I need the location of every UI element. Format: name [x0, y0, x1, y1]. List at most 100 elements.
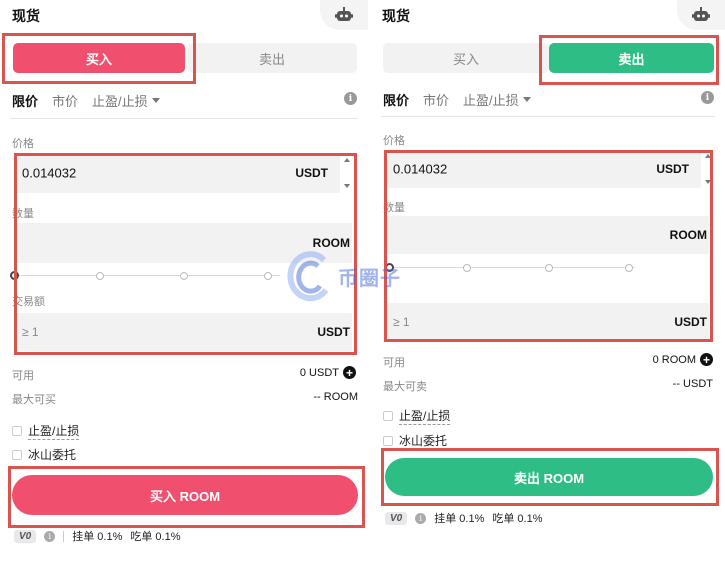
tab-tpsl-label: 止盈/止损 [92, 94, 148, 109]
total-input[interactable]: ≥ 1 USDT [16, 313, 352, 351]
fee-row: V0 i 挂单 0.1% 吃单 0.1% [385, 510, 543, 526]
tab-market[interactable]: 市价 [52, 91, 78, 110]
maker-fee: 挂单 0.1% [434, 513, 485, 525]
taker-fee: 吃单 0.1% [492, 513, 543, 525]
total-unit: USDT [317, 325, 350, 339]
sell-panel: 现货 买入 卖出 限价 市价 止盈/止损 i 价格 0.014032 USDT … [375, 0, 725, 564]
plus-circle-icon[interactable]: + [343, 366, 356, 379]
chevron-up-icon[interactable] [704, 154, 711, 158]
tpsl-checkbox-label: 止盈/止损 [28, 424, 80, 440]
checkbox-box[interactable] [383, 411, 393, 421]
max-buy-label: 最大可买 [12, 394, 56, 406]
slider-handle[interactable] [10, 271, 19, 280]
available-value: 0 ROOM [652, 353, 696, 366]
robot-icon [335, 7, 353, 21]
percentage-slider[interactable] [385, 263, 635, 273]
slider-stop-25[interactable] [463, 264, 471, 272]
caret-down-icon [151, 98, 160, 103]
info-icon[interactable]: i [701, 91, 714, 104]
order-type-tabs: 限价 市价 止盈/止损 [12, 91, 160, 110]
buy-tab[interactable]: 买入 [13, 43, 185, 73]
vip-badge[interactable]: V0 [385, 511, 408, 525]
page-title: 现货 [382, 8, 410, 24]
iceberg-checkbox-label: 冰山委托 [399, 434, 448, 448]
percentage-slider[interactable] [10, 271, 280, 281]
maker-fee: 挂单 0.1% [72, 531, 123, 543]
trading-bot-button[interactable] [677, 0, 725, 30]
price-input[interactable]: 0.014032 USDT [16, 153, 340, 193]
tab-tpsl-label: 止盈/止损 [463, 93, 519, 108]
available-label: 可用 [383, 357, 405, 369]
watermark-logo: 币圈子 [286, 250, 401, 302]
max-sell-value: -- USDT [672, 378, 713, 390]
iceberg-checkbox[interactable]: 冰山委托 [383, 432, 447, 449]
sell-submit-button[interactable]: 卖出 ROOM [385, 458, 713, 496]
price-unit: USDT [656, 162, 689, 176]
max-sell-label: 最大可卖 [383, 381, 427, 393]
slider-stop-75[interactable] [264, 272, 272, 280]
total-input[interactable]: ≥ 1 USDT [387, 303, 709, 341]
tabs-divider [381, 116, 715, 117]
slider-stop-50[interactable] [180, 272, 188, 280]
vip-badge[interactable]: V0 [14, 529, 37, 543]
taker-fee: 吃单 0.1% [130, 531, 181, 543]
tpsl-checkbox-label: 止盈/止损 [399, 409, 451, 425]
checkbox-box[interactable] [12, 426, 22, 436]
tab-tpsl-dropdown[interactable]: 止盈/止损 [92, 91, 160, 110]
plus-circle-icon[interactable]: + [700, 353, 713, 366]
price-unit: USDT [295, 166, 328, 180]
price-value: 0.014032 [393, 161, 448, 177]
iceberg-checkbox[interactable]: 冰山委托 [12, 446, 76, 463]
tpsl-checkbox[interactable]: 止盈/止损 [12, 422, 80, 440]
chevron-down-icon[interactable] [343, 184, 350, 188]
robot-icon [692, 7, 710, 21]
iceberg-checkbox-label: 冰山委托 [28, 448, 77, 462]
chevron-down-icon[interactable] [704, 180, 711, 184]
buy-submit-button[interactable]: 买入 ROOM [12, 475, 358, 515]
buy-tab[interactable]: 买入 [383, 43, 549, 73]
tab-limit[interactable]: 限价 [12, 91, 38, 110]
checkbox-box[interactable] [383, 435, 393, 446]
total-placeholder: ≥ 1 [22, 325, 39, 339]
tab-tpsl-dropdown[interactable]: 止盈/止损 [463, 90, 531, 109]
tab-limit[interactable]: 限价 [383, 90, 409, 109]
available-row: 0 USDT + [300, 366, 356, 379]
quantity-unit: ROOM [312, 236, 350, 250]
available-row: 0 ROOM + [653, 353, 713, 366]
trading-bot-button[interactable] [320, 0, 368, 30]
info-icon[interactable]: i [44, 530, 56, 542]
max-buy-value: -- ROOM [313, 391, 358, 403]
fee-row: V0 i 挂单 0.1% 吃单 0.1% [14, 528, 181, 544]
tpsl-checkbox[interactable]: 止盈/止损 [383, 407, 451, 425]
available-label: 可用 [12, 370, 34, 382]
slider-stop-50[interactable] [545, 264, 553, 272]
info-icon[interactable]: i [415, 512, 427, 524]
info-icon[interactable]: i [344, 92, 357, 105]
quantity-input[interactable]: ROOM [387, 216, 709, 254]
tabs-divider [10, 118, 358, 119]
tab-market[interactable]: 市价 [423, 90, 449, 109]
checkbox-box[interactable] [12, 449, 22, 460]
price-label: 价格 [12, 138, 34, 150]
watermark-text: 币圈子 [338, 267, 401, 290]
price-stepper[interactable] [701, 154, 714, 184]
sell-tab[interactable]: 卖出 [549, 43, 714, 73]
page-title: 现货 [12, 8, 40, 24]
caret-down-icon [522, 97, 531, 102]
total-unit: USDT [674, 315, 707, 329]
sell-tab[interactable]: 卖出 [187, 43, 357, 73]
total-label: 交易额 [12, 296, 45, 308]
order-type-tabs: 限价 市价 止盈/止损 [383, 90, 531, 109]
watermark-icon [287, 251, 329, 302]
price-input[interactable]: 0.014032 USDT [387, 150, 701, 188]
chevron-up-icon[interactable] [343, 158, 350, 162]
total-placeholder: ≥ 1 [393, 315, 410, 329]
slider-stop-25[interactable] [96, 272, 104, 280]
price-stepper[interactable] [340, 158, 353, 188]
quantity-label: 数量 [383, 202, 405, 214]
price-value: 0.014032 [22, 165, 77, 181]
quantity-label: 数量 [12, 208, 34, 220]
quantity-unit: ROOM [669, 228, 707, 242]
price-label: 价格 [383, 135, 405, 147]
slider-stop-75[interactable] [625, 264, 633, 272]
